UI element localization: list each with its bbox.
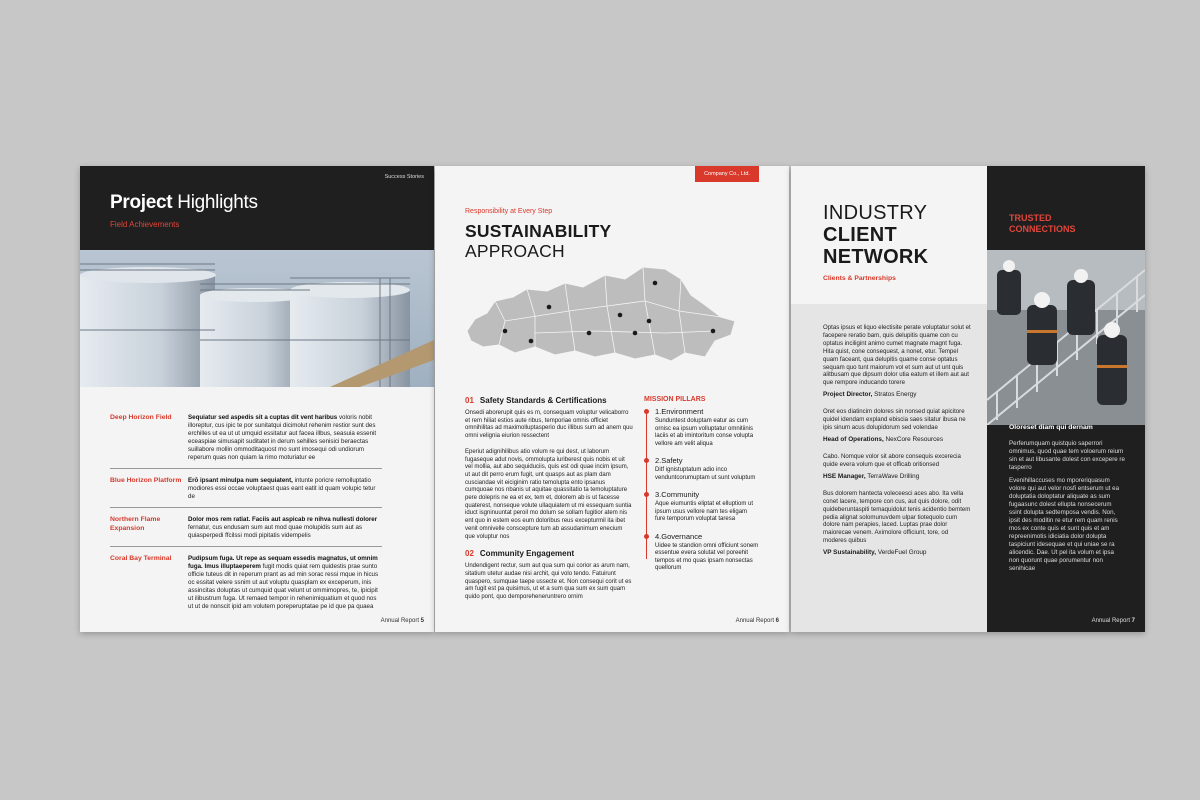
page-sustainability: Company Co., Ltd. Responsibility at Ever… [435,166,789,632]
pillar-text: Ditf ignistuptatum adio inco venduntcoru… [655,467,756,481]
pillar-dot [644,409,649,414]
testimonial-author: Head of Operations, NexCore Resources [823,435,944,443]
project-description: Sequiatur sed aspedis sit a cuptas dit v… [188,414,377,461]
section-paragraph: Eperiut adignihilibus atio volum re qui … [465,448,632,540]
workers-on-stairs-photo [987,250,1145,425]
sidebar-paragraph: Evenihillaccuses mo mporeriquasum volore… [1009,477,1120,572]
page1-subtitle: Field Achievements [110,220,180,229]
project-name: Northern Flame Expansion [110,516,161,532]
pillar-title: 2.Safety [655,456,683,465]
testimonial-text: Bus dolorem hantecta voleceesci aces abo… [823,489,971,545]
testimonial-list: Optas ipsus et liquo electisite perate v… [823,324,971,566]
project-description: Pudipsum fuga. Ut repe as sequam essedis… [188,555,379,610]
page2-heading-bold: SUSTAINABILITY [465,221,612,241]
page1-footer: Annual Report 5 [380,618,424,624]
pillar-dot [644,492,649,497]
page3-title-line2: CLIENT [823,224,898,246]
section-heading: 01 Safety Standards & Certifications [465,396,607,405]
pillar-item: 3.Community Aque eiumuntis eliptat et el… [644,490,759,524]
section-paragraph: Onsedi aborerupit quis es m, consequam v… [465,410,633,440]
testimonial-text: Optas ipsus et liquo electisite perate v… [823,324,971,387]
testimonial-text: Oret eos diatincim dolores sin nonsed qu… [823,408,966,432]
pillar-title: 1.Environment [655,407,704,416]
pillar-text: Sunduntest doluptam eatur as cum ornisc … [655,418,754,447]
page2-footer: Annual Report 6 [735,618,779,624]
pillars-title: MISSION PILLARS [644,396,706,403]
project-row: Northern Flame Expansion Dolor mos rem r… [110,516,382,547]
testimonial-author: VP Sustainability, VerdeFuel Group [823,549,927,557]
pillar-item: 1.Environment Sunduntest doluptam eatur … [644,407,759,448]
pillar-text: Aque eiumuntis eliptat et elluptiom ut i… [655,501,754,522]
project-description: Erō ipsant minulpa num sequiatent, intun… [188,477,376,500]
project-row: Deep Horizon Field Sequiatur sed aspedis… [110,414,382,469]
page2-heading-light: APPROACH [465,241,565,261]
testimonial-author: HSE Manager, TerraWave Drilling [823,472,920,480]
pillar-dot [644,533,649,539]
sidebar-paragraph: Perferumquam quistquio saperrori omnimus… [1009,440,1125,471]
region-map [465,261,737,365]
section-heading: 02 Community Engagement [465,549,575,559]
testimonial-text: Cabo. Nomque volor sit abore consequis e… [823,452,961,468]
sidebar-heading: Oloreset diam qui dernam [1009,424,1093,431]
page3-footer: Annual Report 7 [1091,618,1135,624]
page3-title-line3: NETWORK [823,246,929,268]
page3-left-column: INDUSTRY CLIENT NETWORK Clients & Partne… [791,166,987,632]
company-badge: Company Co., Ltd. [695,166,759,182]
project-row: Coral Bay Terminal Pudipsum fuga. Ut rep… [110,555,382,617]
pillar-item: 4.Governance Uidee te standion omni offi… [644,532,759,573]
page2-kicker: Responsibility at Every Step [465,208,553,215]
page-client-network: INDUSTRY CLIENT NETWORK Clients & Partne… [791,166,1145,632]
project-description: Dolor mos rem ratiat. Faciis aut aspicab… [188,516,378,539]
page1-title: Project Highlights [110,192,258,213]
pillar-item: 2.Safety Ditf ignistuptatum adio inco ve… [644,456,759,482]
project-list: Deep Horizon Field Sequiatur sed aspedis… [110,414,382,625]
trusted-connections-heading: TRUSTED CONNECTIONS [1009,213,1076,234]
page3-subtitle: Clients & Partnerships [823,275,896,282]
project-name: Deep Horizon Field [110,414,172,421]
pillar-text: Uidee te standion omni officiunt sonem e… [655,542,759,572]
testimonial-author: Project Director, Stratos Energy [823,391,917,399]
project-name: Coral Bay Terminal [110,555,172,562]
mission-pillars: MISSION PILLARS 1.Environment Sunduntest… [644,396,759,581]
section-paragraph: Undendigent rectur, sum aut qua sum qui … [465,563,632,601]
storage-tanks-photo [80,250,434,387]
pillar-title: 3.Community [655,490,700,499]
page3-title-line1: INDUSTRY [823,202,928,224]
pillar-title: 4.Governance [655,531,703,541]
page2-main-column: 01 Safety Standards & Certifications Onse… [465,396,633,610]
page1-header: Success Stories Project Highlights Field… [80,166,434,250]
project-row: Blue Horizon Platform Erō ipsant minulpa… [110,477,382,508]
page1-tag: Success Stories [384,174,424,180]
page-project-highlights: Success Stories Project Highlights Field… [80,166,434,632]
pillar-dot [644,458,649,463]
page3-dark-sidebar: TRUSTED CONNECTIONS Oloreset diam qui de… [987,166,1145,632]
project-name: Blue Horizon Platform [110,477,182,484]
